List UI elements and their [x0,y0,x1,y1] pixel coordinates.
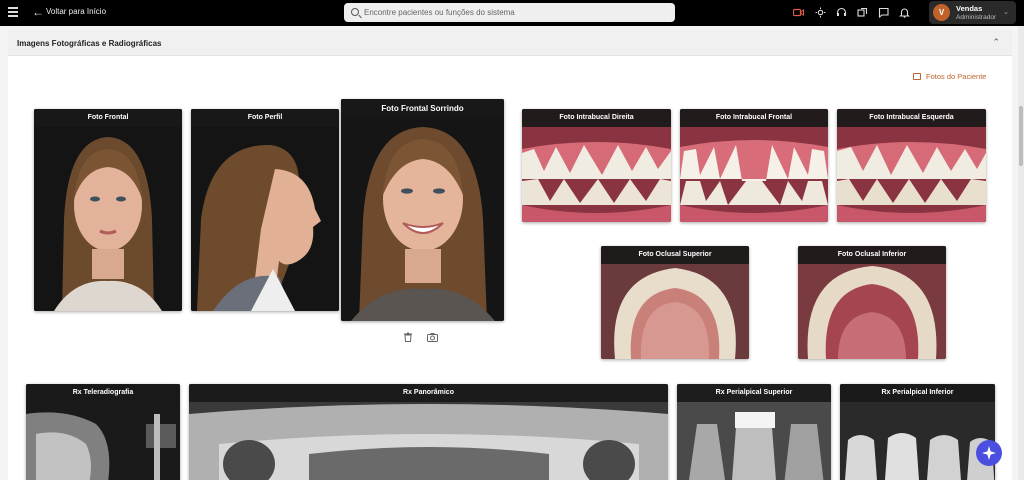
headset-icon[interactable] [836,7,847,18]
rx-teleradiografia[interactable]: Rx Teleradiografia [26,384,180,480]
main-content: Imagens Fotográficas e Radiográficas ⌃ F… [0,26,1024,480]
transfer-icon[interactable] [857,7,868,18]
menu-icon[interactable] [8,7,18,17]
brightness-icon[interactable] [815,7,826,18]
photo-intrabucal-direita[interactable]: Foto Intrabucal Direita [522,109,671,222]
tile-title: Rx Perialpical Inferior [840,384,995,402]
section-title: Imagens Fotográficas e Radiográficas [17,39,162,48]
page-scrollbar[interactable] [1018,26,1024,480]
arrow-left-icon[interactable]: ← [32,6,44,18]
ai-assistant-button[interactable] [976,440,1002,466]
photo-frontal-sorrindo[interactable]: Foto Frontal Sorrindo [341,99,504,321]
tile-title: Foto Frontal [34,109,182,127]
top-bar: ← Voltar para Início Encontre pacientes … [0,0,1024,26]
camera-icon[interactable] [427,332,439,342]
tile-title: Foto Perfil [191,109,339,127]
fotos-link-label: Fotos do Paciente [926,72,987,81]
photo-oclusal-superior[interactable]: Foto Oclusal Superior [601,246,749,359]
sparkle-icon [982,446,996,460]
rx-periapical-superior[interactable]: Rx Perialpical Superior [677,384,831,480]
tile-title: Rx Panorâmico [189,384,668,402]
rx-panoramico[interactable]: Rx Panorâmico [189,384,668,480]
user-name: Vendas [956,4,983,13]
trash-icon[interactable] [403,332,413,342]
face-profile-image [191,109,339,311]
photo-oclusal-inferior[interactable]: Foto Oclusal Inferior [798,246,946,359]
search-bar[interactable]: Encontre pacientes ou funções do sistema [344,3,675,22]
tile-title: Foto Oclusal Inferior [798,246,946,264]
user-role: Administrador [956,14,997,21]
avatar: V [933,4,950,21]
tile-title: Foto Intrabucal Esquerda [837,109,986,127]
search-input[interactable]: Encontre pacientes ou funções do sistema [364,8,515,17]
tile-title: Foto Intrabucal Frontal [680,109,828,127]
chevron-up-icon[interactable]: ⌃ [992,37,1000,48]
tile-title: Rx Teleradiografia [26,384,180,402]
chevron-down-icon: ⌄ [1003,9,1009,16]
photo-frontal[interactable]: Foto Frontal [34,109,182,311]
tile-title: Foto Oclusal Superior [601,246,749,264]
photo-intrabucal-esquerda[interactable]: Foto Intrabucal Esquerda [837,109,986,222]
section-header[interactable]: Imagens Fotográficas e Radiográficas ⌃ [8,30,1012,56]
rx-periapical-inferior[interactable]: Rx Perialpical Inferior [840,384,995,480]
images-card: Imagens Fotográficas e Radiográficas ⌃ F… [8,30,1012,480]
tile-title: Rx Perialpical Superior [677,384,831,402]
tile-title: Foto Intrabucal Direita [522,109,671,127]
scrollbar-thumb[interactable] [1019,106,1023,166]
bell-icon[interactable] [899,7,910,18]
back-to-home-link[interactable]: Voltar para Início [46,7,106,16]
photo-perfil[interactable]: Foto Perfil [191,109,339,311]
fotos-do-paciente-link[interactable]: Fotos do Paciente [913,72,986,81]
face-frontal-image [34,109,182,311]
user-menu[interactable]: V Vendas Administrador ⌄ [929,1,1016,24]
search-icon [351,8,359,16]
photo-intrabucal-frontal[interactable]: Foto Intrabucal Frontal [680,109,828,222]
face-smiling-image [341,99,504,321]
chat-icon[interactable] [878,7,889,19]
video-icon[interactable] [792,7,804,18]
photo-actions [403,329,447,347]
tile-title: Foto Frontal Sorrindo [341,99,504,119]
image-icon [913,73,921,80]
